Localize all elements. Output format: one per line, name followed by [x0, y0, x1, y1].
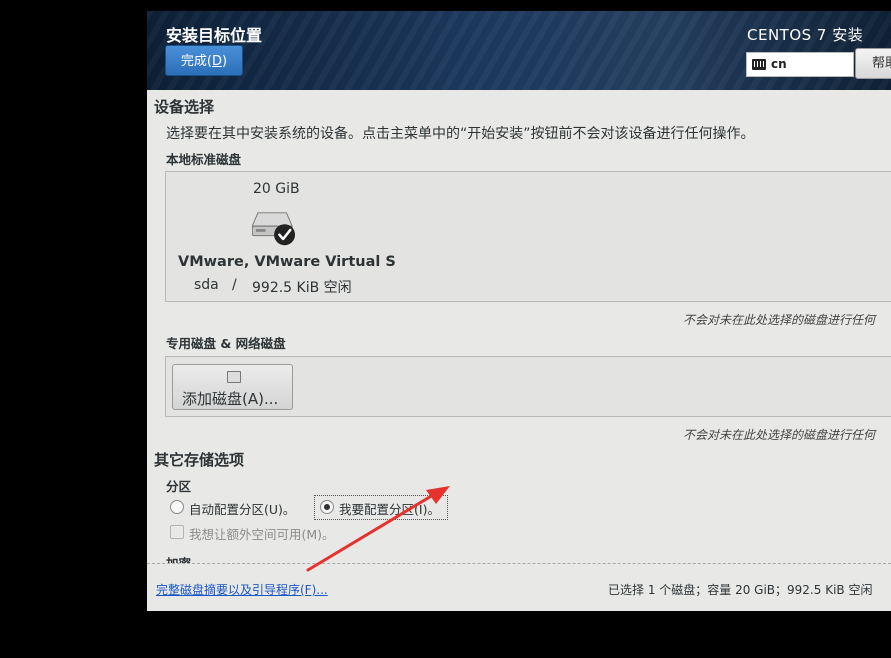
- hard-disk-icon: [252, 212, 296, 246]
- done-button[interactable]: 完成(D): [165, 45, 243, 76]
- local-disks-panel: 20 GiB VMware, VMware Virtual S sda / 99…: [165, 171, 891, 302]
- local-disks-note: 不会对未在此处选择的磁盘进行任何: [683, 313, 876, 327]
- done-label-close: ): [222, 54, 228, 69]
- auto-partition-radio[interactable]: [170, 500, 184, 514]
- disk-device-name: sda: [194, 277, 219, 293]
- product-title: CENTOS 7 安装: [747, 26, 864, 44]
- keyboard-layout-label: cn: [771, 57, 787, 71]
- local-disks-heading: 本地标准磁盘: [166, 152, 242, 167]
- device-selection-heading: 设备选择: [154, 98, 215, 116]
- add-disk-button[interactable]: 添加磁盘(A)...: [172, 364, 293, 410]
- disk-size: 20 GiB: [253, 181, 300, 197]
- help-button[interactable]: 帮助: [855, 48, 891, 79]
- specialized-disks-heading: 专用磁盘 & 网络磁盘: [166, 336, 286, 351]
- add-disk-icon: [227, 371, 241, 383]
- disk-tile-sda[interactable]: 20 GiB VMware, VMware Virtual S sda / 99…: [166, 172, 396, 301]
- add-disk-label: 添加磁盘(A)...: [182, 390, 279, 408]
- installation-destination-window: 安装目标位置 完成(D) CENTOS 7 安装 cn 帮助 设备选择 选择要在…: [147, 11, 891, 611]
- spoke-header: 安装目标位置 完成(D) CENTOS 7 安装 cn 帮助: [147, 11, 891, 90]
- done-label: 完成(: [180, 54, 212, 69]
- selection-summary: 已选择 1 个磁盘；容量 20 GiB；992.5 KiB 空闲: [608, 583, 873, 597]
- other-storage-heading: 其它存储选项: [154, 451, 245, 469]
- auto-partition-label[interactable]: 自动配置分区(U)。: [189, 499, 295, 518]
- annotation-arrow: [306, 486, 450, 572]
- partitioning-heading: 分区: [166, 479, 192, 494]
- extra-space-checkbox[interactable]: [170, 525, 184, 539]
- keyboard-layout-indicator[interactable]: cn: [746, 52, 854, 77]
- keyboard-icon: [752, 59, 766, 70]
- encryption-heading: 加密: [166, 553, 191, 563]
- page-title: 安装目标位置: [166, 26, 263, 45]
- device-selection-description: 选择要在其中安装系统的设备。点击主菜单中的“开始安装”按钮前不会对该设备进行任何…: [166, 126, 755, 142]
- full-disk-summary-link[interactable]: 完整磁盘摘要以及引导程序(F)...: [156, 581, 328, 598]
- footer-separator: [147, 563, 891, 564]
- disk-model-name: VMware, VMware Virtual S: [178, 254, 396, 270]
- disk-free-space: 992.5 KiB 空闲: [252, 280, 352, 296]
- done-mnemonic: D: [211, 54, 222, 69]
- disk-separator: /: [232, 277, 237, 293]
- specialized-disks-note: 不会对未在此处选择的磁盘进行任何: [683, 428, 876, 442]
